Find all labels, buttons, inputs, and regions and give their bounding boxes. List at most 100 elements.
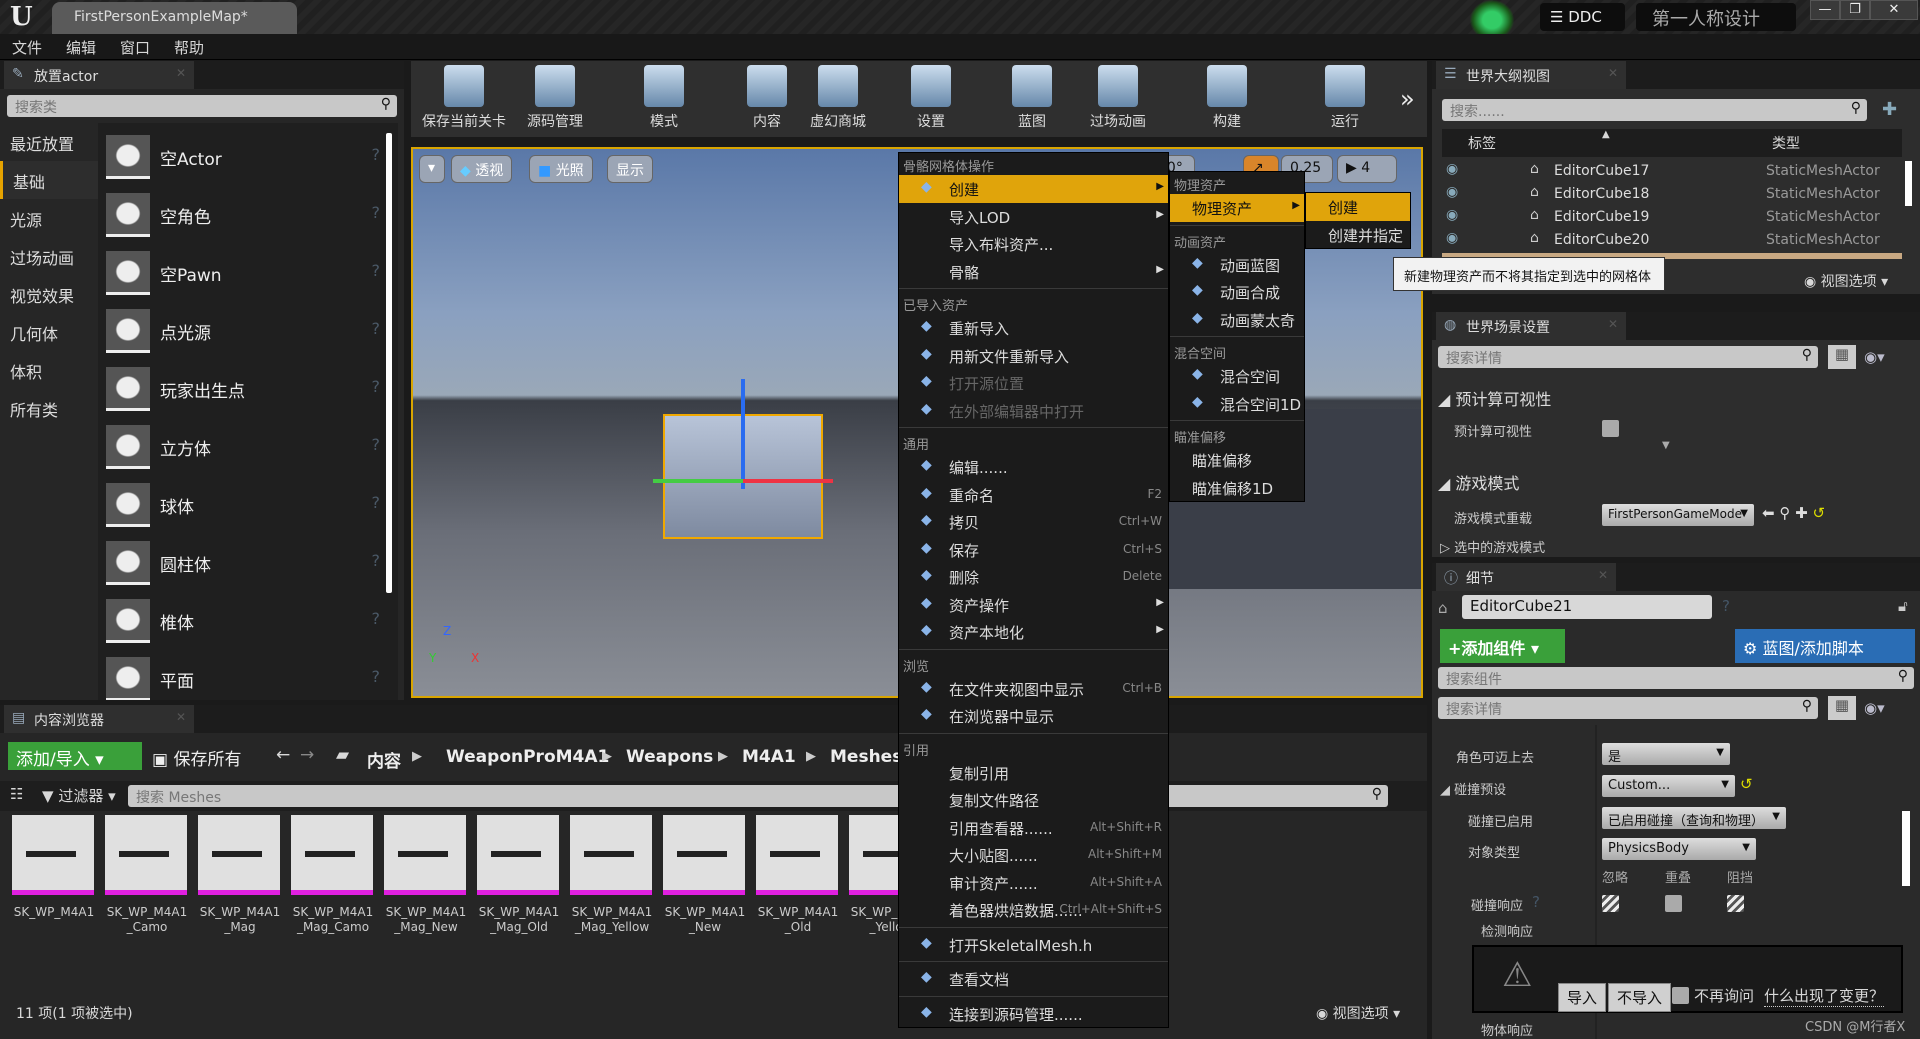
help-icon[interactable]: ? <box>372 377 381 396</box>
place-actors-tab[interactable]: ✎ 放置actor ✕ <box>4 61 194 89</box>
close-tab-icon[interactable]: ✕ <box>1608 66 1618 80</box>
component-search-input[interactable]: 搜索组件 ⚲ <box>1438 667 1914 689</box>
collision-preset-dropdown[interactable]: Custom... ▼ <box>1602 775 1735 797</box>
help-icon[interactable]: ? <box>372 203 381 222</box>
menu-item[interactable]: ◆ 用新文件重新导入 <box>899 342 1168 370</box>
label-column-header[interactable]: 标签 <box>1468 133 1496 153</box>
lit-button[interactable]: ■ 光照 <box>529 155 593 183</box>
toolbar-button[interactable]: 构建 <box>1182 65 1272 131</box>
view-options-button[interactable]: ◉ 视图选项 ▾ <box>1316 1003 1400 1023</box>
menu-file[interactable]: 文件 <box>0 34 54 61</box>
category-item[interactable]: 几何体 <box>0 313 98 351</box>
menu-item[interactable]: ◆ 资产操作 ▶ <box>899 591 1168 619</box>
asset-tile[interactable]: SK_WP_M4A1_New <box>663 815 747 955</box>
actor-list-item[interactable]: 空Actor? <box>104 129 384 187</box>
menu-item[interactable]: ◆ 动画蒙太奇 <box>1170 306 1304 334</box>
collision-preset-label[interactable]: ◢ 碰撞预设 <box>1440 779 1506 798</box>
dont-import-button[interactable]: 不导入 <box>1608 983 1672 1012</box>
actor-list-item[interactable]: 平面? <box>104 651 384 700</box>
class-search-input[interactable]: 搜索类 ⚲ <box>7 95 397 117</box>
asset-tile[interactable]: SK_WP_M4A1_Mag_Old <box>477 815 561 955</box>
help-icon[interactable]: ? <box>372 145 381 164</box>
visibility-eye-icon[interactable]: ◉ <box>1446 230 1458 246</box>
outliner-row[interactable]: ◉ ⌂ EditorCube18 StaticMeshActor <box>1442 184 1902 207</box>
asset-tile[interactable]: SK_WP_M4A1_Mag_Camo <box>291 815 375 955</box>
scrollbar[interactable] <box>1905 161 1912 206</box>
asset-tile[interactable]: SK_WP_M4A1_Camo <box>105 815 189 955</box>
category-item[interactable]: 体积 <box>0 351 98 389</box>
menu-item[interactable]: ◆ 混合空间1D <box>1170 390 1304 418</box>
details-search-input[interactable]: 搜索详情 ⚲ <box>1438 346 1818 368</box>
help-icon[interactable]: ? <box>1532 893 1540 911</box>
menu-item[interactable]: ◆ 编辑...... <box>899 453 1168 481</box>
selected-game-mode-row[interactable]: ▷ 选中的游戏模式 <box>1440 537 1545 556</box>
ddc-button[interactable]: ☰ DDC <box>1540 3 1625 31</box>
add-folder-icon[interactable]: ✚ <box>1882 99 1897 120</box>
close-tab-icon[interactable]: ✕ <box>1608 317 1618 331</box>
toolbar-button[interactable]: 虚幻商城 <box>793 65 883 131</box>
menu-item[interactable]: 导入LOD ▶ <box>899 203 1168 231</box>
block-all-checkbox[interactable] <box>1727 895 1744 912</box>
breadcrumb-item[interactable]: WeaponProM4A1 <box>446 747 609 767</box>
menu-item[interactable]: 引用查看器...... Alt+Shift+R <box>899 814 1168 842</box>
menu-edit[interactable]: 编辑 <box>54 34 108 61</box>
menu-item[interactable]: 着色器烘焙数据...... Ctrl+Alt+Shift+S <box>899 896 1168 924</box>
precomputed-visibility-checkbox[interactable] <box>1602 420 1619 437</box>
help-icon[interactable]: ? <box>372 435 381 454</box>
actor-list-item[interactable]: 空Pawn? <box>104 245 384 303</box>
category-item[interactable]: 最近放置 <box>0 123 98 161</box>
forward-button[interactable]: → <box>300 745 314 765</box>
actor-list-item[interactable]: 立方体? <box>104 419 384 477</box>
asset-tile[interactable]: SK_WP_M4A1_Mag <box>198 815 282 955</box>
menu-item[interactable]: ◆ 在浏览器中显示 <box>899 702 1168 730</box>
menu-item[interactable]: ◆ 重命名 F2 <box>899 481 1168 509</box>
add-component-button[interactable]: +添加组件 ▾ <box>1440 629 1565 663</box>
toolbar-button[interactable]: 蓝图 <box>987 65 1077 131</box>
help-icon[interactable]: ? <box>372 319 381 338</box>
category-item[interactable]: 过场动画 <box>0 237 98 275</box>
help-icon[interactable]: ? <box>372 667 381 686</box>
precomputed-visibility-category[interactable]: ◢ 预计算可视性 <box>1438 386 1551 410</box>
close-tab-icon[interactable]: ✕ <box>1598 568 1608 582</box>
maximize-button[interactable]: ❐ <box>1840 0 1870 20</box>
can-step-up-dropdown[interactable]: 是 ▼ <box>1602 743 1730 765</box>
blueprint-script-button[interactable]: ⚙ 蓝图/添加脚本 <box>1735 629 1915 663</box>
menu-item[interactable]: 骨骼 ▶ <box>899 258 1168 286</box>
actor-list-item[interactable]: 空角色? <box>104 187 384 245</box>
actor-list-item[interactable]: 椎体? <box>104 593 384 651</box>
toolbar-button[interactable]: 设置 <box>886 65 976 131</box>
actor-list-item[interactable]: 点光源? <box>104 303 384 361</box>
menu-item[interactable]: ◆ 查看文档 <box>899 965 1168 993</box>
gizmo-x-axis[interactable] <box>743 479 833 483</box>
actor-name-input[interactable]: EditorCube21 <box>1462 595 1712 619</box>
camera-speed-button[interactable]: ▶ 4 <box>1337 155 1397 183</box>
menu-item[interactable]: 复制引用 <box>899 759 1168 787</box>
menu-item[interactable]: ◆ 动画蓝图 <box>1170 251 1304 279</box>
visibility-eye-icon[interactable]: ◉▾ <box>1864 699 1885 717</box>
expand-arrow-icon[interactable]: ▼ <box>1662 440 1670 451</box>
close-tab-icon[interactable]: ✕ <box>176 66 186 80</box>
gizmo-z-axis[interactable] <box>741 379 745 489</box>
toolbar-button[interactable]: 运行 <box>1300 65 1390 131</box>
menu-help[interactable]: 帮助 <box>162 34 216 61</box>
menu-item[interactable]: ◆ 混合空间 <box>1170 362 1304 390</box>
actor-list-item[interactable]: 玩家出生点? <box>104 361 384 419</box>
world-outliner-tab[interactable]: ☰ 世界大纲视图 ✕ <box>1436 61 1626 89</box>
breadcrumb-separator-icon[interactable]: ▶ <box>602 749 612 764</box>
viewport-options-button[interactable]: ▾ <box>419 155 445 183</box>
minimize-button[interactable]: — <box>1810 0 1840 20</box>
close-button[interactable]: ✕ <box>1870 0 1918 20</box>
asset-tile[interactable]: SK_WP_M4A1 <box>12 815 96 955</box>
asset-search-input[interactable]: 搜索 Meshes ⚲ <box>128 785 1388 807</box>
asset-tile[interactable]: SK_WP_M4A1_Mag_Yellow <box>570 815 654 955</box>
help-icon[interactable]: ? <box>372 609 381 628</box>
show-button[interactable]: 显示 <box>607 155 653 183</box>
outliner-row[interactable]: ◉ ⌂ EditorCube19 StaticMeshActor <box>1442 207 1902 230</box>
menu-item[interactable]: ◆ 保存 Ctrl+S <box>899 536 1168 564</box>
breadcrumb-item[interactable]: Weapons <box>626 747 713 767</box>
scrollbar[interactable] <box>386 133 392 593</box>
visibility-eye-icon[interactable]: ◉▾ <box>1864 348 1885 366</box>
menu-item-create-and-assign[interactable]: 创建并指定 <box>1306 221 1410 249</box>
perspective-button[interactable]: ◆ 透视 <box>451 155 513 183</box>
lock-icon[interactable]: 🔓︎ <box>1898 597 1908 615</box>
